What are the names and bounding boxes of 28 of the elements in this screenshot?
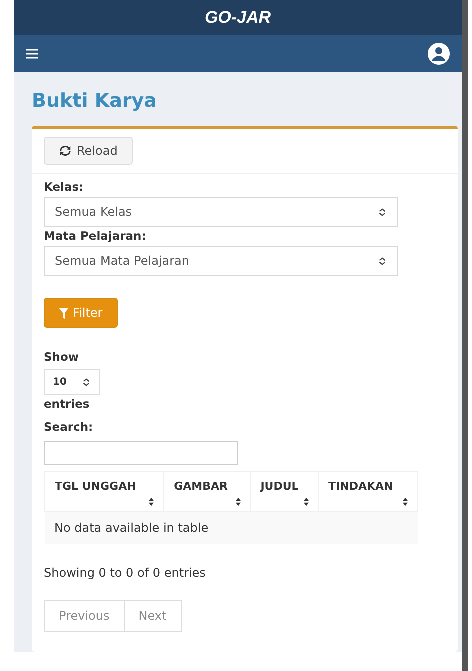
empty-table-message: No data available in table xyxy=(44,512,418,544)
app-title: GO-JAR xyxy=(204,8,272,28)
user-avatar-icon[interactable] xyxy=(428,42,450,65)
menu-icon[interactable] xyxy=(26,48,38,59)
page-title: Bukti Karya xyxy=(32,90,158,112)
column-header[interactable]: TINDAKAN xyxy=(318,472,418,512)
sort-icon xyxy=(234,497,242,508)
sort-icon xyxy=(148,497,156,508)
select-field[interactable]: Semua Mata Pelajaran xyxy=(44,246,398,276)
show-label: Show xyxy=(44,350,80,364)
field-label: Kelas: xyxy=(44,180,85,194)
table-info: Showing 0 to 0 of 0 entries xyxy=(44,566,207,580)
chevron-updown-icon xyxy=(82,378,91,387)
select-field[interactable]: Semua Kelas xyxy=(44,197,398,228)
column-header[interactable]: TGL UNGGAH xyxy=(44,472,164,512)
search-field[interactable] xyxy=(44,441,238,466)
entries-label: entries xyxy=(44,397,91,412)
chevron-updown-icon xyxy=(378,256,387,266)
refresh-icon xyxy=(59,145,72,158)
reload-button[interactable]: Reload xyxy=(44,137,133,166)
sort-icon xyxy=(302,497,310,508)
chevron-updown-icon xyxy=(378,208,387,217)
sort-icon xyxy=(402,497,409,508)
field-label: Mata Pelajaran: xyxy=(44,229,148,244)
funnel-icon xyxy=(59,308,69,319)
column-header[interactable]: GAMBAR xyxy=(164,472,250,512)
entries-select[interactable]: 10 xyxy=(44,369,100,396)
search-label: Search: xyxy=(44,420,94,434)
